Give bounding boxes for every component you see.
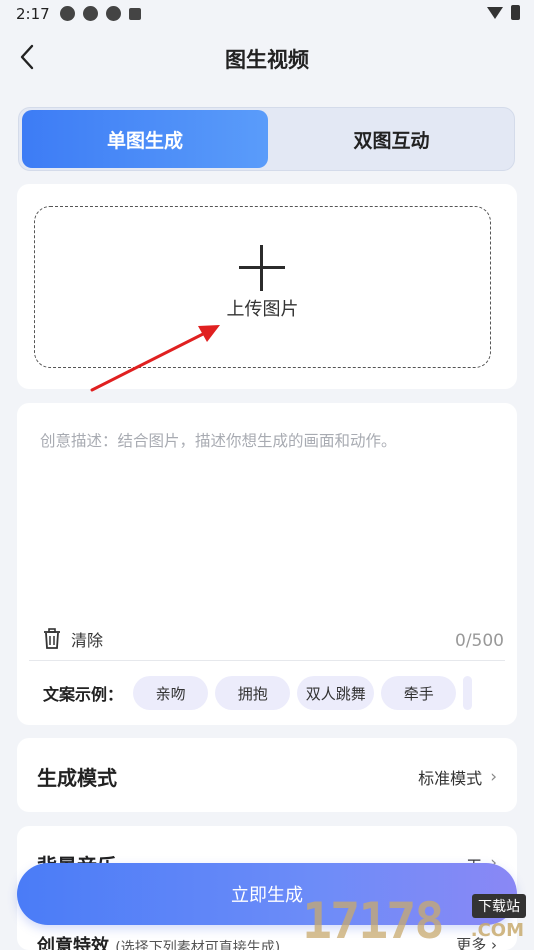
- creative-effects-hint: (选择下列素材可直接生成): [115, 940, 281, 950]
- example-chip[interactable]: 双人跳舞: [297, 676, 375, 710]
- generation-mode-value: 标准模式 ›: [418, 765, 497, 789]
- app-notification-icon: [106, 6, 121, 21]
- wifi-icon: [487, 6, 503, 19]
- app-notification-icon: [60, 6, 75, 21]
- generation-mode-row[interactable]: 生成模式 标准模式 ›: [17, 738, 517, 812]
- site-watermark: 17178 下载站 .COM: [302, 890, 528, 950]
- watermark-tag: 下载站: [472, 894, 526, 918]
- status-bar: 2:17: [0, 0, 534, 28]
- watermark-domain: .COM: [470, 920, 524, 941]
- character-counter: 0/500: [455, 631, 504, 651]
- status-time: 2:17: [16, 5, 50, 23]
- example-chip[interactable]: 牵手: [381, 676, 457, 710]
- tab-single-image[interactable]: 单图生成: [22, 110, 268, 168]
- example-chip-partial[interactable]: [463, 676, 472, 710]
- app-notification-icon: [129, 8, 141, 20]
- page-title: 图生视频: [225, 48, 309, 72]
- generation-mode-title: 生成模式: [37, 766, 117, 790]
- watermark-number: 17178: [302, 892, 445, 950]
- chevron-right-icon: ›: [490, 767, 497, 787]
- example-chip[interactable]: 拥抱: [215, 676, 291, 710]
- description-input[interactable]: 创意描述：结合图片，描述你想生成的画面和动作。: [40, 429, 500, 451]
- clear-label: 清除: [71, 631, 104, 650]
- upload-card: 上传图片: [17, 184, 517, 389]
- plus-icon: [239, 245, 285, 291]
- trash-icon: [44, 628, 60, 649]
- upload-image-area[interactable]: 上传图片: [34, 206, 491, 368]
- app-notification-icon: [83, 6, 98, 21]
- app-header: 图生视频: [0, 32, 534, 84]
- examples-label: 文案示例：: [43, 685, 124, 704]
- example-chip[interactable]: 亲吻: [133, 676, 209, 710]
- clear-button[interactable]: 清除: [43, 627, 103, 651]
- example-prompts: 文案示例： 亲吻 拥抱 双人跳舞 牵手: [43, 676, 479, 710]
- upload-label: 上传图片: [226, 299, 299, 320]
- mode-tabs: 单图生成 双图互动: [18, 107, 515, 171]
- creative-effects-label: 创意特效: [37, 936, 109, 950]
- battery-icon: [511, 5, 520, 20]
- example-chip-list[interactable]: 亲吻 拥抱 双人跳舞 牵手: [133, 676, 479, 710]
- notification-icons: [60, 6, 141, 21]
- generation-mode-label: 标准模式: [418, 769, 483, 788]
- tab-dual-image[interactable]: 双图互动: [270, 110, 513, 168]
- creative-effects-title: 创意特效 (选择下列素材可直接生成): [37, 932, 280, 950]
- description-card: 创意描述：结合图片，描述你想生成的画面和动作。 清除 0/500 文案示例： 亲…: [17, 403, 517, 725]
- divider: [29, 660, 505, 661]
